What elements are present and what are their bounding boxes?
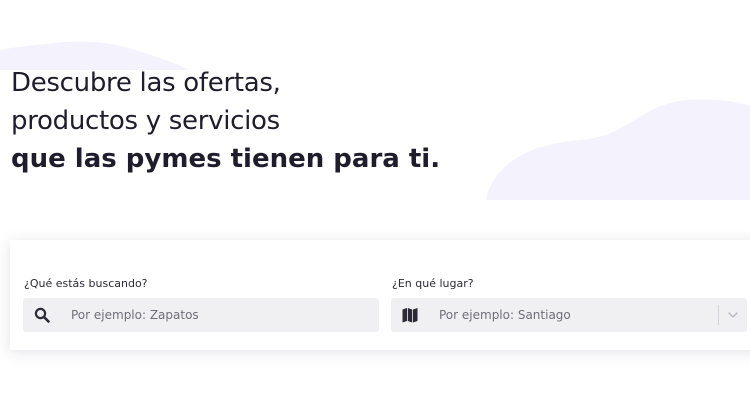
- what-label: ¿Qué estás buscando?: [24, 277, 148, 290]
- hero-line-2: productos y servicios: [11, 106, 280, 136]
- what-field[interactable]: [23, 298, 379, 332]
- decorative-blob-left: [0, 41, 190, 70]
- decorative-blob-right: [486, 99, 750, 200]
- where-label: ¿En qué lugar?: [392, 277, 474, 290]
- where-input[interactable]: [439, 298, 719, 332]
- field-divider: [718, 305, 719, 325]
- what-input[interactable]: [71, 298, 351, 332]
- search-icon: [34, 307, 50, 323]
- hero-headline: Descubre las ofertas, productos y servic…: [11, 64, 440, 178]
- chevron-down-icon[interactable]: [727, 309, 739, 321]
- map-icon: [402, 308, 418, 323]
- where-field[interactable]: [391, 298, 747, 332]
- hero-line-1: Descubre las ofertas,: [11, 68, 281, 98]
- hero-line-3: que las pymes tienen para ti.: [11, 144, 441, 174]
- search-card: ¿Qué estás buscando? ¿En qué lugar?: [10, 240, 750, 350]
